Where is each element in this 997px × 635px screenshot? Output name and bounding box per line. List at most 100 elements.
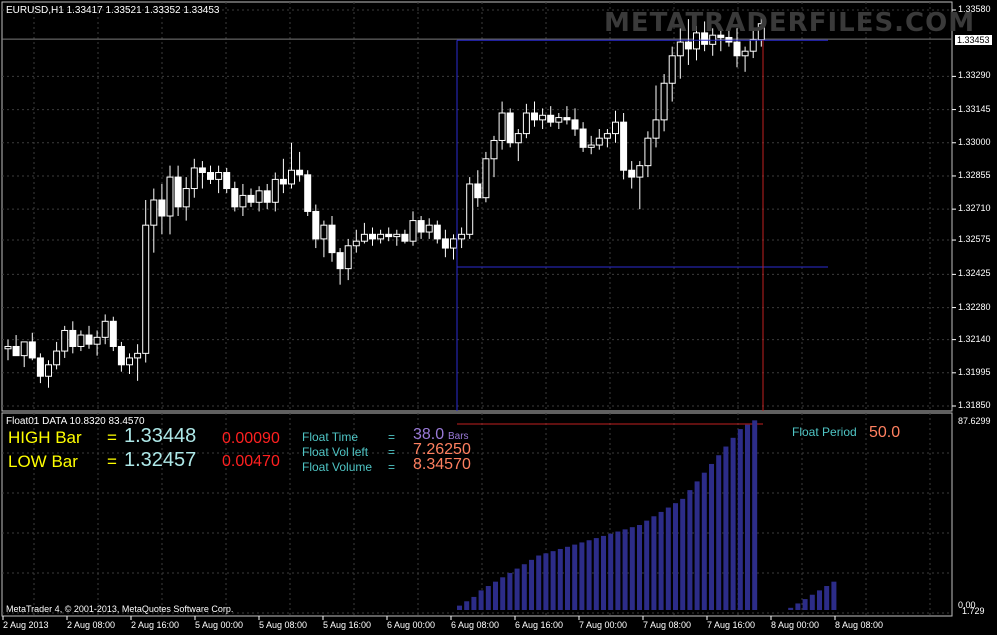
- volume-bar: [471, 596, 477, 610]
- float-volume-label: Float Volume: [302, 460, 373, 474]
- candle-body: [644, 137, 652, 167]
- volume-bar: [536, 555, 542, 610]
- candle-body: [77, 334, 85, 347]
- candle-body: [45, 364, 52, 377]
- indicator-axis-sub: 1.729: [962, 606, 985, 616]
- candle-body: [166, 176, 174, 217]
- volume-bar: [478, 590, 484, 610]
- candle-body: [134, 352, 142, 359]
- candle-body: [620, 121, 628, 171]
- candle-body: [441, 238, 449, 249]
- volume-bar: [579, 542, 585, 610]
- float-volume-eq: =: [388, 460, 396, 474]
- volume-bar: [831, 581, 837, 610]
- candle-body: [595, 137, 603, 146]
- candle-body: [474, 183, 482, 199]
- candle-body: [101, 320, 109, 338]
- float-volume-value: 8.34570: [413, 456, 471, 473]
- float-time-eq: =: [388, 430, 396, 444]
- volume-bar: [550, 551, 556, 610]
- volume-bar: [615, 531, 621, 610]
- chart-canvas[interactable]: [0, 0, 997, 635]
- candle-body: [660, 82, 668, 121]
- volume-bar: [795, 603, 801, 610]
- candle-body: [684, 41, 692, 50]
- time-axis-label: 6 Aug 16:00: [515, 620, 564, 630]
- candle-body: [20, 341, 28, 357]
- volume-bar: [565, 546, 570, 610]
- candle-body: [126, 357, 133, 366]
- candle-body: [733, 41, 741, 57]
- volume-bar: [665, 507, 671, 610]
- volume-bar: [521, 564, 527, 610]
- candle-body: [458, 233, 466, 240]
- candle-body: [150, 199, 158, 226]
- candle-body: [636, 165, 644, 178]
- volume-bar: [493, 581, 498, 610]
- price-axis-label: 1.33000: [958, 136, 991, 147]
- candle-body: [676, 41, 684, 57]
- candle-body: [352, 240, 360, 247]
- time-axis-label: 6 Aug 08:00: [451, 620, 500, 630]
- candle-body: [539, 114, 547, 121]
- volume-bar: [485, 586, 491, 610]
- volume-bar: [608, 533, 614, 610]
- time-axis-label: 6 Aug 00:00: [387, 620, 436, 630]
- candle-body: [450, 238, 457, 249]
- candle-body: [369, 233, 376, 240]
- volume-bar: [629, 527, 635, 610]
- volume-bar: [651, 516, 657, 610]
- volume-bar: [658, 511, 664, 610]
- float-vol-left-label: Float Vol left: [302, 445, 369, 459]
- candle-body: [279, 178, 287, 185]
- candle-body: [231, 188, 239, 208]
- volume-bar: [622, 529, 628, 610]
- symbol-info: EURUSD,H1 1.33417 1.33521 1.33352 1.3345…: [6, 5, 220, 16]
- volume-bar: [644, 520, 650, 610]
- candle-body: [401, 233, 409, 242]
- float-period-label: Float Period: [792, 425, 857, 439]
- volume-bar: [572, 544, 578, 610]
- volume-bar: [723, 446, 729, 610]
- volume-bar: [680, 498, 686, 610]
- candle-body: [36, 357, 44, 377]
- copyright-text: MetaTrader 4, © 2001-2013, MetaQuotes So…: [6, 604, 234, 614]
- volume-bar: [593, 538, 599, 610]
- candle-body: [85, 334, 93, 345]
- candle-body: [360, 233, 368, 242]
- candle-body: [207, 172, 214, 180]
- candle-body: [12, 345, 20, 357]
- candle-body: [652, 119, 660, 139]
- time-axis-label: 2 Aug 16:00: [131, 620, 180, 630]
- candle-body: [555, 117, 563, 123]
- candle-body: [320, 224, 328, 240]
- candle-body: [271, 178, 279, 203]
- volume-bar: [737, 429, 743, 610]
- candle-body: [506, 112, 514, 144]
- watermark: METATRADERFILES.COM: [604, 8, 976, 38]
- price-axis-label: 1.31995: [958, 366, 991, 377]
- volume-bar: [514, 568, 520, 610]
- volume-bar: [687, 490, 693, 610]
- candle-body: [628, 169, 636, 178]
- high-bar-eq: =: [107, 428, 117, 447]
- candle-body: [288, 169, 295, 185]
- candle-body: [522, 112, 530, 135]
- time-axis-label: 5 Aug 16:00: [323, 620, 372, 630]
- candle-body: [198, 167, 206, 174]
- time-axis-label: 7 Aug 16:00: [707, 620, 756, 630]
- candle-body: [182, 188, 190, 208]
- time-axis-label: 7 Aug 08:00: [643, 620, 692, 630]
- volume-bar: [694, 481, 700, 610]
- price-axis-label: 1.33290: [958, 70, 991, 81]
- candle-body: [328, 224, 336, 254]
- candle-body: [28, 341, 36, 359]
- time-axis-label: 2 Aug 2013: [3, 620, 49, 630]
- candle-body: [255, 190, 263, 203]
- candle-body: [749, 39, 757, 52]
- candle-body: [174, 176, 182, 208]
- candle-body: [69, 329, 77, 347]
- float-vol-left-eq: =: [388, 445, 396, 459]
- candle-body: [425, 224, 433, 233]
- volume-bar: [464, 601, 470, 610]
